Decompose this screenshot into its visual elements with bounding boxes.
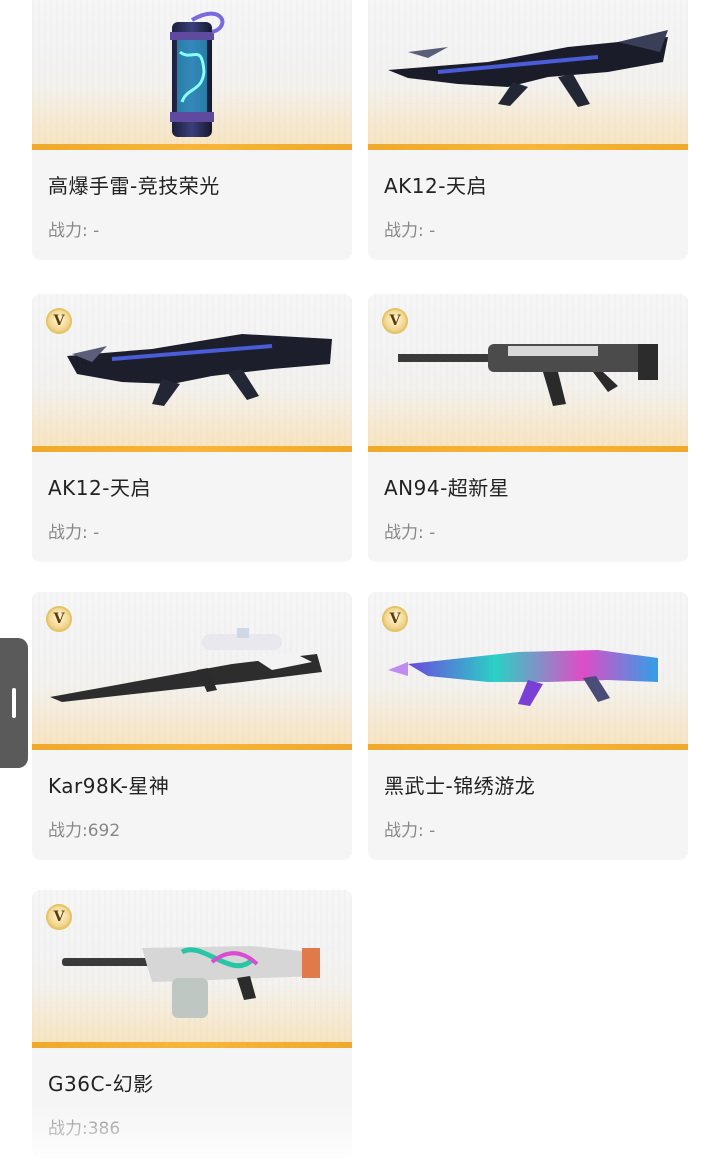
drag-handle-icon (12, 688, 16, 718)
weapon-name: Kar98K-星神 (48, 774, 170, 798)
weapon-name: 黑武士-锦绣游龙 (384, 774, 536, 798)
weapon-power: 战力: - (384, 523, 436, 543)
v-badge-icon: V (46, 606, 72, 632)
weapon-card[interactable]: V G36C-幻影 战力:386 (32, 890, 352, 1158)
weapon-card[interactable]: AK12-天启 战力: - (368, 0, 688, 260)
weapon-card[interactable]: V 黑武士-锦绣游龙 战力: - (368, 592, 688, 860)
weapon-name: 高爆手雷-竞技荣光 (48, 174, 220, 198)
rifle-image (62, 946, 320, 1018)
weapon-card[interactable]: V AK12-天启 战力: - (32, 294, 352, 562)
accent-stripe (32, 1042, 352, 1048)
weapon-name: AN94-超新星 (384, 476, 510, 500)
accent-stripe (32, 446, 352, 452)
grenade-image (170, 11, 225, 137)
rifle-image (388, 650, 658, 706)
weapon-card[interactable]: V Kar98K-星神 战力:692 (32, 592, 352, 860)
weapon-name: G36C-幻影 (48, 1072, 154, 1096)
weapon-power: 战力:386 (48, 1119, 121, 1139)
weapon-name: AK12-天启 (48, 476, 151, 500)
accent-stripe (32, 744, 352, 750)
v-badge-icon: V (382, 606, 408, 632)
weapon-grid: 高爆手雷-竞技荣光 战力: - AK12-天启 战力: - V AK12-天启 … (0, 0, 720, 1163)
v-badge-icon: V (46, 904, 72, 930)
weapon-card[interactable]: 高爆手雷-竞技荣光 战力: - (32, 0, 352, 260)
weapon-power: 战力:692 (48, 821, 121, 841)
weapon-power: 战力: - (48, 221, 100, 241)
accent-stripe (368, 144, 688, 150)
weapon-power: 战力: - (48, 523, 100, 543)
v-badge-icon: V (382, 308, 408, 334)
side-drag-handle[interactable] (0, 638, 28, 768)
sniper-rifle-image (50, 628, 322, 702)
weapon-card[interactable]: V AN94-超新星 战力: - (368, 294, 688, 562)
weapon-power: 战力: - (384, 821, 436, 841)
accent-stripe (368, 446, 688, 452)
rifle-image (398, 344, 658, 406)
v-badge-icon: V (46, 308, 72, 334)
rifle-image (67, 334, 332, 406)
weapon-power: 战力: - (384, 221, 436, 241)
weapon-name: AK12-天启 (384, 174, 487, 198)
rifle-image (388, 30, 668, 107)
accent-stripe (368, 744, 688, 750)
accent-stripe (32, 144, 352, 150)
